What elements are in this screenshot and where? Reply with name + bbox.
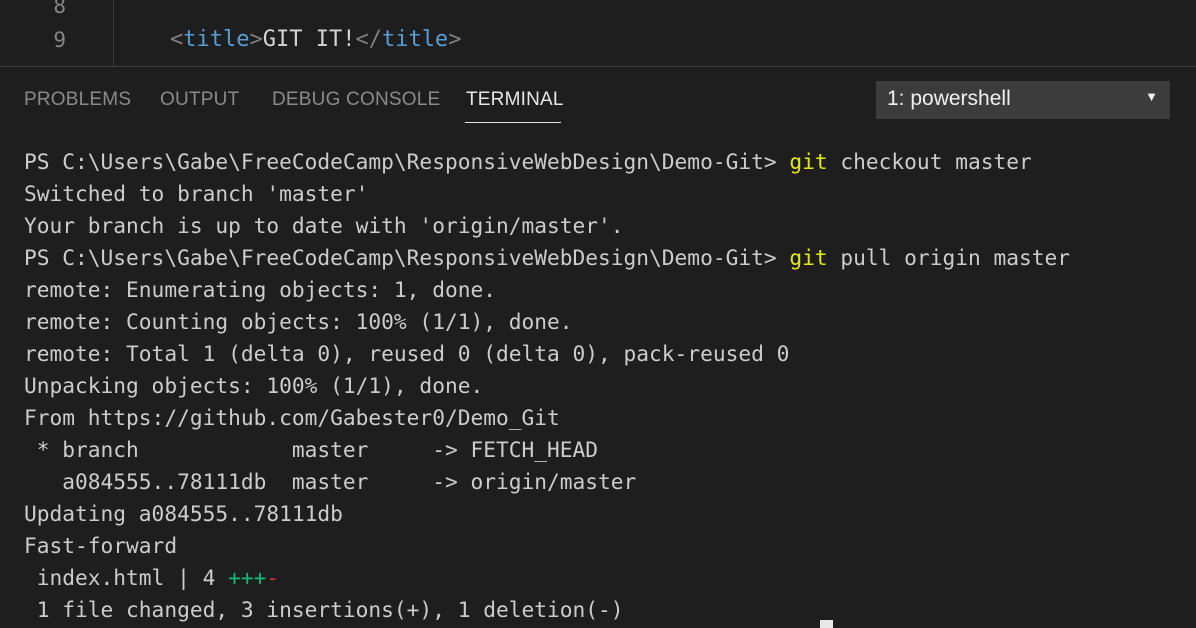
- chevron-down-icon: ▼: [1145, 89, 1158, 104]
- terminal-cursor: [820, 620, 833, 628]
- terminal-line: Switched to branch 'master': [24, 181, 369, 206]
- tag-open-bracket: </: [355, 27, 382, 52]
- command: git: [789, 149, 828, 174]
- terminal-line: 1 file changed, 3 insertions(+), 1 delet…: [24, 597, 624, 622]
- command: git: [789, 245, 828, 270]
- tag-name: title: [183, 27, 250, 52]
- terminal-line: remote: Total 1 (delta 0), reused 0 (del…: [24, 341, 790, 366]
- tab-terminal[interactable]: TERMINAL: [466, 89, 564, 111]
- terminal-line: Fast-forward: [24, 533, 178, 558]
- terminal-line: remote: Enumerating objects: 1, done.: [24, 277, 496, 302]
- tag-name: title: [381, 27, 449, 52]
- prompt: PS C:\Users\Gabe\FreeCodeCamp\Responsive…: [24, 245, 790, 270]
- terminal-selector-dropdown[interactable]: 1: powershell ▼: [876, 81, 1170, 119]
- tag-open-bracket: <: [170, 27, 184, 52]
- terminal-line: Your branch is up to date with 'origin/m…: [24, 213, 624, 238]
- code-line[interactable]: <title>GIT IT!</title>: [170, 27, 461, 52]
- tab-output[interactable]: OUTPUT: [160, 89, 239, 111]
- terminal-line: a084555..78111db master -> origin/master: [24, 469, 637, 494]
- gutter-divider: [113, 0, 114, 66]
- tab-debug-console[interactable]: DEBUG CONSOLE: [272, 89, 440, 111]
- tag-text: GIT IT!: [262, 27, 356, 52]
- terminal-selector-value: 1: powershell: [887, 87, 1011, 110]
- terminal-line: * branch master -> FETCH_HEAD: [24, 437, 599, 462]
- active-tab-indicator: [465, 122, 561, 123]
- terminal-output[interactable]: PS C:\Users\Gabe\FreeCodeCamp\Responsive…: [0, 129, 1196, 628]
- tag-close-bracket: >: [448, 27, 462, 52]
- prompt: PS C:\Users\Gabe\FreeCodeCamp\Responsive…: [24, 149, 790, 174]
- terminal-line: remote: Counting objects: 100% (1/1), do…: [24, 309, 573, 334]
- terminal-line: PS C:\Users\Gabe\FreeCodeCamp\Responsive…: [24, 245, 1070, 270]
- line-number: 8: [53, 0, 66, 18]
- terminal-line: index.html | 4 +++-: [24, 565, 279, 590]
- diffstat-deletions: -: [266, 565, 280, 590]
- command-args: pull origin master: [827, 245, 1071, 270]
- tab-problems[interactable]: PROBLEMS: [24, 89, 131, 111]
- terminal-line: Unpacking objects: 100% (1/1), done.: [24, 373, 484, 398]
- terminal-line: From https://github.com/Gabester0/Demo_G…: [24, 405, 560, 430]
- terminal-line: Updating a084555..78111db: [24, 501, 343, 526]
- code-editor[interactable]: 8 9 <title>GIT IT!</title>: [0, 0, 1196, 67]
- line-number-gutter: 8 9: [0, 0, 114, 66]
- terminal-line: PS C:\Users\Gabe\FreeCodeCamp\Responsive…: [24, 149, 1032, 174]
- line-number: 9: [53, 28, 66, 52]
- panel-header: PROBLEMS OUTPUT DEBUG CONSOLE TERMINAL 1…: [0, 67, 1196, 129]
- diffstat-insertions: +++: [228, 565, 267, 590]
- diffstat-file: index.html | 4: [24, 565, 229, 590]
- tag-close-bracket: >: [249, 27, 263, 52]
- command-args: checkout master: [827, 149, 1032, 174]
